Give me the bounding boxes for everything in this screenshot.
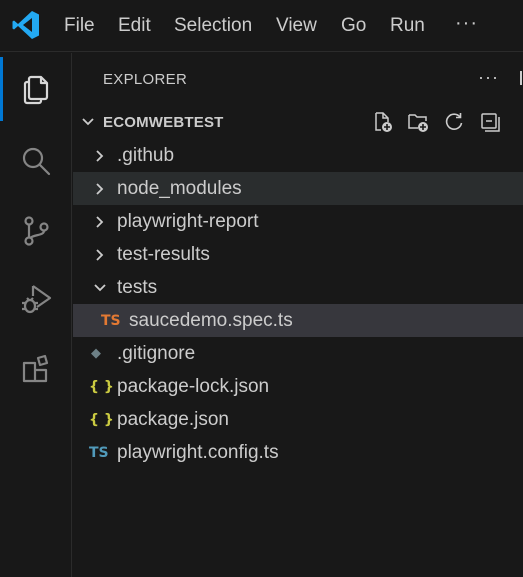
chevron-right-icon [96, 149, 104, 162]
chevron-down-icon [82, 118, 94, 126]
git-file-icon: ◆ [91, 346, 101, 361]
tree-item-playwright-config[interactable]: TS playwright.config.ts [73, 436, 523, 469]
tree-item-gitignore[interactable]: ◆ .gitignore [73, 337, 523, 370]
json-file-icon: { } [89, 378, 114, 395]
tree-item-label: package-lock.json [117, 375, 270, 397]
activity-search[interactable] [0, 129, 72, 193]
menu-go[interactable]: Go [341, 14, 366, 38]
explorer-title: EXPLORER [103, 71, 188, 88]
tree-item-package-lock-json[interactable]: { } package-lock.json [73, 370, 523, 403]
chevron-right-icon [96, 182, 104, 195]
collapse-all-icon [481, 113, 500, 132]
activity-run-and-debug[interactable] [0, 267, 72, 331]
chevron-right-icon [96, 248, 104, 261]
chevron-right-icon [96, 215, 104, 228]
activity-extensions[interactable] [0, 337, 72, 401]
file-tree: .github node_modules playwright-report t… [73, 139, 523, 469]
menu-run[interactable]: Run [390, 14, 425, 38]
explorer-more-button[interactable]: ··· [478, 67, 499, 88]
title-bar: File Edit Selection View Go Run ··· [0, 0, 523, 52]
tree-item-label: node_modules [117, 177, 242, 199]
tree-item-label: playwright-report [117, 210, 259, 232]
activity-source-control[interactable] [0, 199, 72, 263]
menu-edit[interactable]: Edit [118, 14, 151, 38]
tree-item-github[interactable]: .github [73, 139, 523, 172]
tree-item-label: .gitignore [117, 342, 196, 364]
refresh-button[interactable] [441, 109, 467, 135]
tree-item-playwright-report[interactable]: playwright-report [73, 205, 523, 238]
collapse-all-button[interactable] [477, 109, 503, 135]
activity-bar [0, 53, 72, 577]
typescript-file-icon: TS [101, 312, 121, 329]
tree-item-label: test-results [117, 243, 210, 265]
new-file-button[interactable] [369, 109, 395, 135]
chevron-down-icon [94, 283, 106, 291]
refresh-icon [445, 113, 463, 130]
workspace-section-header[interactable]: ECOMWEBTEST [73, 109, 523, 137]
workspace-title: ECOMWEBTEST [103, 114, 224, 131]
vscode-logo-icon[interactable] [12, 10, 40, 40]
menu-view[interactable]: View [276, 14, 317, 38]
source-control-icon [24, 216, 49, 246]
tree-item-label: tests [117, 276, 158, 298]
json-file-icon: { } [89, 411, 114, 428]
workspace-actions [369, 109, 503, 137]
activity-explorer[interactable] [0, 57, 72, 121]
tree-item-label: playwright.config.ts [117, 441, 279, 463]
tree-item-test-results[interactable]: test-results [73, 238, 523, 271]
typescript-file-icon: TS [89, 444, 109, 461]
tree-item-label: .github [117, 144, 175, 166]
search-icon [22, 147, 51, 176]
menu-selection[interactable]: Selection [174, 14, 252, 38]
tree-item-saucedemo-spec[interactable]: TS saucedemo.spec.ts [73, 304, 523, 337]
tree-item-label: saucedemo.spec.ts [129, 309, 293, 331]
menu-more-button[interactable]: ··· [455, 12, 478, 35]
tree-item-node-modules[interactable]: node_modules [73, 172, 523, 205]
tree-item-package-json[interactable]: { } package.json [73, 403, 523, 436]
files-icon [23, 75, 49, 105]
new-file-icon [375, 112, 392, 132]
tree-item-label: package.json [117, 408, 229, 430]
tree-item-tests[interactable]: tests [73, 271, 523, 304]
new-folder-button[interactable] [405, 109, 431, 135]
new-folder-icon [408, 114, 428, 132]
run-debug-icon [22, 285, 52, 314]
extensions-icon [22, 354, 49, 383]
explorer-sidebar: EXPLORER ··· ECOMWEBTEST .github node_mo… [73, 53, 523, 577]
menu-file[interactable]: File [64, 14, 95, 38]
